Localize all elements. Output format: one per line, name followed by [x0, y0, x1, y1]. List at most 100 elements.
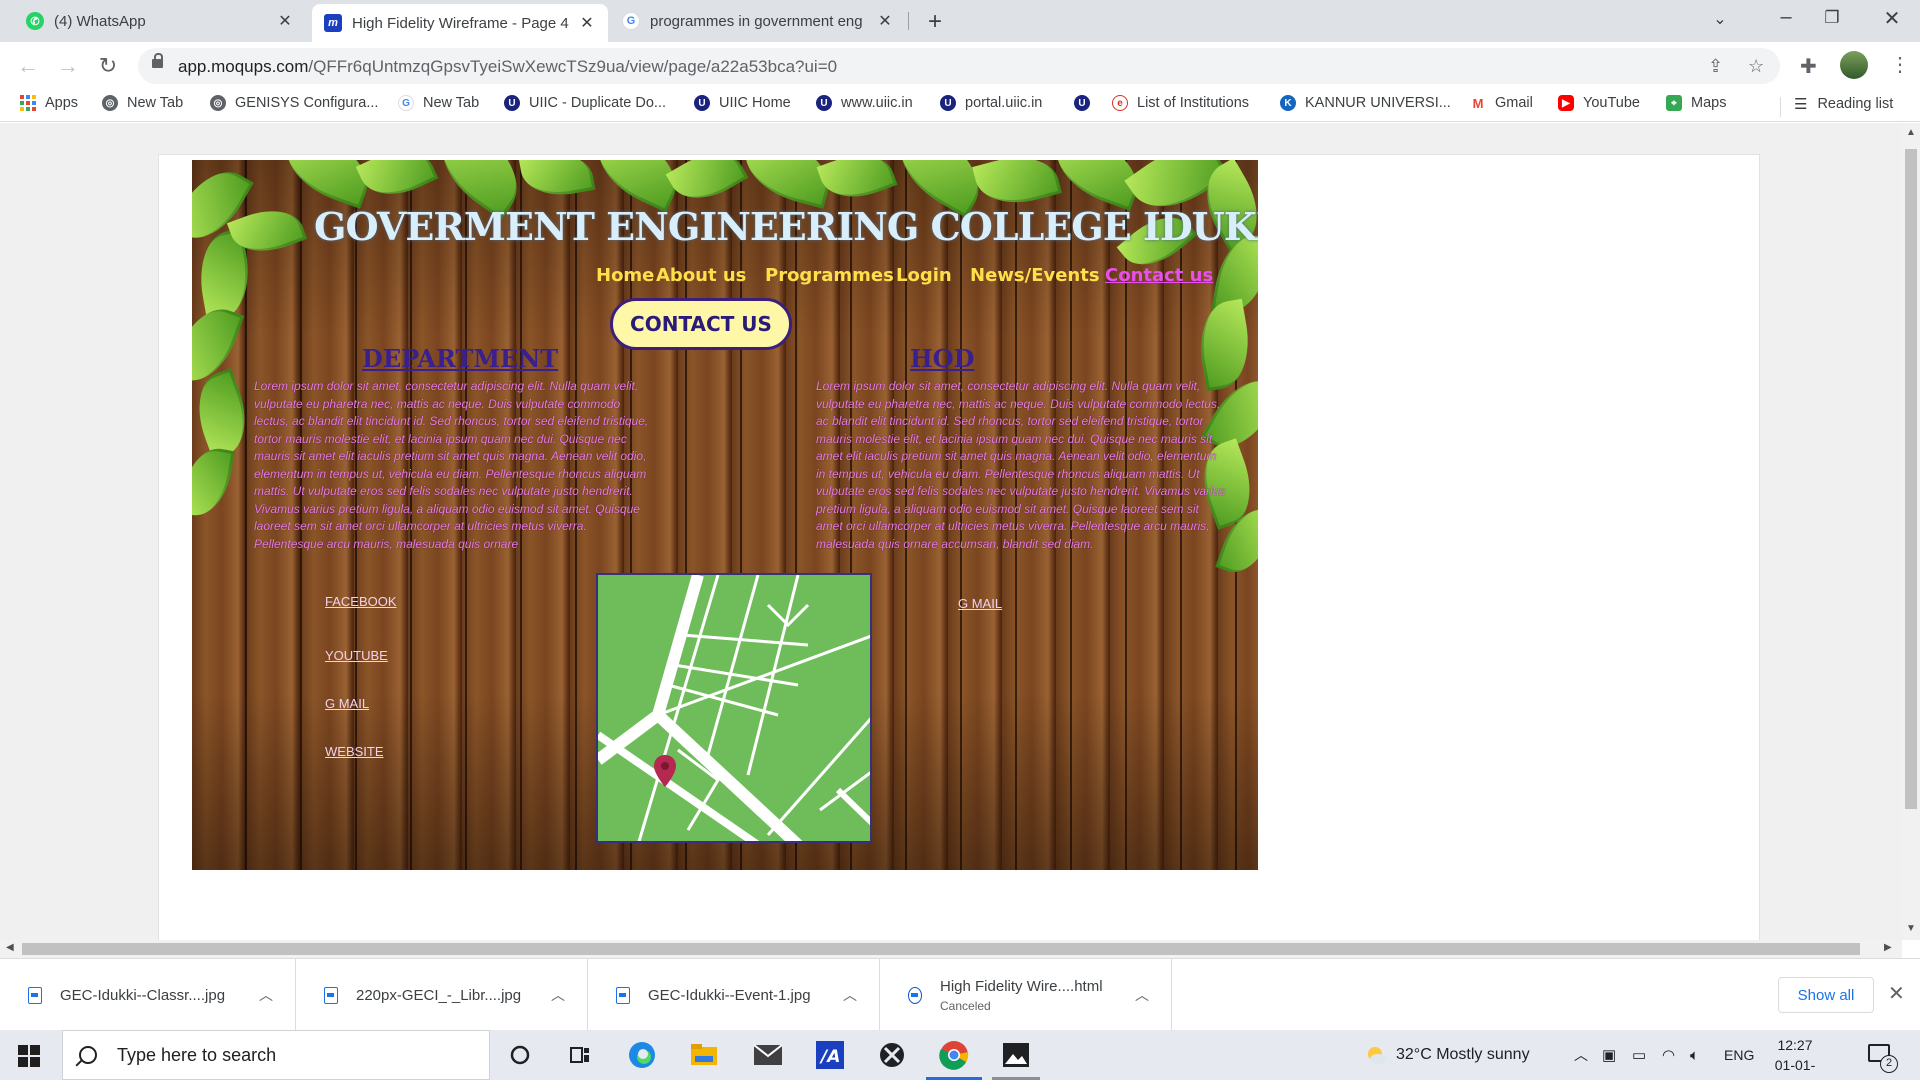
- bookmark-star-icon[interactable]: ☆: [1748, 56, 1764, 77]
- bookmark-gmail[interactable]: M Gmail: [1470, 95, 1533, 111]
- link-youtube[interactable]: YOUTUBE: [325, 648, 388, 663]
- volume-icon[interactable]: 🔈︎: [1690, 1030, 1699, 1080]
- link-gmail-right[interactable]: G MAIL: [958, 596, 1002, 611]
- chrome-icon[interactable]: [938, 1039, 970, 1071]
- photos-icon[interactable]: [1000, 1039, 1032, 1071]
- scroll-left-icon[interactable]: ◀: [6, 942, 14, 953]
- tab-moqups[interactable]: m High Fidelity Wireframe - Page 4 ✕: [312, 4, 608, 42]
- meet-now-icon[interactable]: ▣: [1602, 1030, 1616, 1080]
- restore-button[interactable]: ❐: [1812, 8, 1852, 28]
- wifi-icon[interactable]: ◠: [1662, 1030, 1675, 1080]
- download-item[interactable]: GEC-Idukki--Event-1.jpg ︿: [588, 959, 880, 1031]
- location-map[interactable]: [596, 573, 872, 843]
- gmail-icon: M: [1470, 95, 1486, 111]
- nav-news-events[interactable]: News/Events: [970, 265, 1100, 286]
- contact-us-button[interactable]: CONTACT US: [610, 298, 792, 350]
- download-name: High Fidelity Wire....html: [940, 977, 1103, 995]
- bookmark-kannur-university[interactable]: K KANNUR UNIVERSI...: [1280, 95, 1451, 111]
- link-website[interactable]: WEBSITE: [325, 744, 384, 759]
- bookmark-maps[interactable]: ⌖ Maps: [1666, 95, 1726, 111]
- chevron-up-icon[interactable]: ︿: [551, 985, 565, 1005]
- url-path: /QFFr6qUntmzqGpsvTyeiSwXewcTSz9ua/view/p…: [308, 57, 838, 76]
- file-explorer-icon[interactable]: [688, 1039, 720, 1071]
- profile-avatar[interactable]: [1840, 51, 1868, 79]
- show-all-downloads-button[interactable]: Show all: [1778, 977, 1874, 1013]
- vertical-scroll-thumb[interactable]: [1905, 149, 1917, 809]
- link-gmail[interactable]: G MAIL: [325, 696, 369, 711]
- tab-google-search[interactable]: G programmes in government eng ✕: [610, 0, 906, 42]
- uiic-icon: U: [694, 95, 710, 111]
- close-tab-icon[interactable]: ✕: [876, 11, 894, 31]
- xbox-icon[interactable]: [876, 1039, 908, 1071]
- close-tab-icon[interactable]: ✕: [276, 11, 294, 31]
- edge-browser-icon[interactable]: [626, 1039, 658, 1071]
- minimize-button[interactable]: –: [1766, 6, 1806, 29]
- bookmark-genisys[interactable]: ◎ GENISYS Configura...: [210, 95, 378, 111]
- bookmark-portal-uiic[interactable]: U portal.uiic.in: [940, 95, 1042, 111]
- moqups-app-icon[interactable]: /A: [814, 1039, 846, 1071]
- windows-start-icon[interactable]: [18, 1045, 40, 1067]
- download-item[interactable]: 220px-GECI_-_Libr....jpg ︿: [296, 959, 588, 1031]
- language-indicator[interactable]: ENG: [1724, 1030, 1754, 1080]
- bookmark-uiic-home[interactable]: U UIIC Home: [694, 95, 791, 111]
- url-text[interactable]: app.moqups.com/QFFr6qUntmzqGpsvTyeiSwXew…: [178, 57, 837, 77]
- youtube-icon: ▶: [1558, 95, 1574, 111]
- chevron-up-icon[interactable]: ︿: [1135, 985, 1149, 1005]
- show-hidden-icons[interactable]: ︿: [1574, 1030, 1588, 1080]
- download-item[interactable]: High Fidelity Wire....html Canceled ︿: [880, 959, 1172, 1031]
- battery-icon[interactable]: ▭: [1632, 1030, 1646, 1080]
- back-button[interactable]: ←: [14, 52, 42, 80]
- nav-home[interactable]: Home: [596, 265, 654, 286]
- globe-icon: ◎: [210, 95, 226, 111]
- forward-button[interactable]: →: [54, 52, 82, 80]
- reload-button[interactable]: ↻: [94, 52, 122, 80]
- bookmark-apps[interactable]: Apps: [20, 95, 78, 111]
- nav-contact-us[interactable]: Contact us: [1105, 265, 1213, 286]
- task-view-icon[interactable]: [564, 1039, 596, 1071]
- new-tab-button[interactable]: +: [922, 8, 948, 36]
- scroll-right-icon[interactable]: ▶: [1884, 942, 1892, 953]
- download-name: GEC-Idukki--Event-1.jpg: [648, 986, 811, 1004]
- bookmark-list-of-institutions[interactable]: e List of Institutions: [1112, 95, 1249, 111]
- chevron-up-icon[interactable]: ︿: [843, 985, 857, 1005]
- reading-list-button[interactable]: ☰ Reading list: [1780, 95, 1893, 117]
- scroll-up-icon[interactable]: ▲: [1906, 127, 1916, 138]
- scroll-down-icon[interactable]: ▼: [1906, 923, 1916, 934]
- tab-search-icon[interactable]: ⌄: [1700, 9, 1740, 29]
- extensions-icon[interactable]: ✚: [1800, 54, 1817, 79]
- cortana-icon[interactable]: [504, 1039, 536, 1071]
- download-item[interactable]: GEC-Idukki--Classr....jpg ︿: [0, 959, 296, 1031]
- close-tab-icon[interactable]: ✕: [578, 13, 596, 33]
- bookmark-label: KANNUR UNIVERSI...: [1305, 95, 1451, 111]
- address-bar[interactable]: app.moqups.com/QFFr6qUntmzqGpsvTyeiSwXew…: [138, 48, 1780, 84]
- link-facebook[interactable]: FACEBOOK: [325, 594, 397, 609]
- system-clock[interactable]: 12:27 01-01-2022: [1760, 1035, 1830, 1080]
- share-icon[interactable]: ⇪: [1708, 56, 1723, 77]
- menu-kebab-icon[interactable]: ⋮: [1890, 52, 1910, 77]
- uiic-icon: U: [816, 95, 832, 111]
- department-text: Lorem ipsum dolor sit amet, consectetur …: [254, 379, 649, 551]
- bookmark-youtube[interactable]: ▶ YouTube: [1558, 95, 1640, 111]
- bookmark-uiic-duplicate[interactable]: U UIIC - Duplicate Do...: [504, 95, 666, 111]
- tab-whatsapp[interactable]: ✆ (4) WhatsApp ✕: [14, 0, 306, 42]
- vertical-scrollbar[interactable]: ▲ ▼: [1902, 123, 1920, 940]
- mail-icon[interactable]: [752, 1039, 784, 1071]
- taskbar-search-box[interactable]: Type here to search: [62, 1030, 490, 1080]
- edge-red-icon: e: [1112, 95, 1128, 111]
- nav-login[interactable]: Login: [896, 265, 952, 286]
- download-name: 220px-GECI_-_Libr....jpg: [356, 986, 522, 1004]
- bookmark-label: portal.uiic.in: [965, 95, 1043, 111]
- horizontal-scroll-thumb[interactable]: [22, 943, 1860, 955]
- bookmark-new-tab[interactable]: ◎ New Tab: [102, 95, 183, 111]
- bookmark-www-uiic[interactable]: U www.uiic.in: [816, 95, 913, 111]
- close-window-button[interactable]: ✕: [1872, 6, 1912, 31]
- close-downloads-icon[interactable]: ✕: [1888, 981, 1905, 1006]
- nav-programmes[interactable]: Programmes: [765, 265, 894, 286]
- url-host: app.moqups.com: [178, 57, 309, 76]
- nav-about-us[interactable]: About us: [656, 265, 746, 286]
- bookmark-uiic-unnamed[interactable]: U: [1074, 95, 1099, 111]
- weather-widget[interactable]: 32°C Mostly sunny: [1364, 1030, 1530, 1080]
- chevron-up-icon[interactable]: ︿: [259, 985, 273, 1005]
- bookmark-new-tab-google[interactable]: G New Tab: [398, 95, 479, 111]
- horizontal-scrollbar[interactable]: ◀ ▶: [0, 940, 1902, 958]
